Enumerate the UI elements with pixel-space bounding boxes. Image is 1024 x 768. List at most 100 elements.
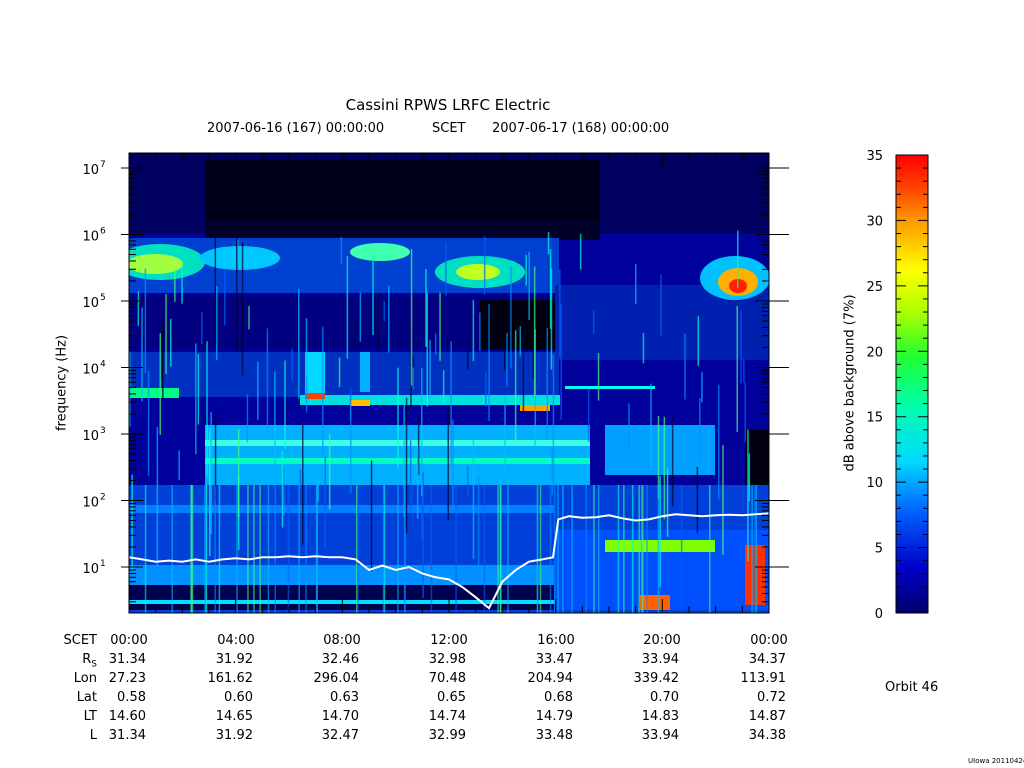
spectrogram-streak (550, 268, 553, 370)
spectrogram-streak (328, 434, 331, 510)
ephemeris-value: 00:00 (750, 633, 788, 648)
spectrogram-streak (147, 370, 150, 476)
spectrogram-streak (445, 243, 447, 297)
spectrogram-streak (397, 367, 399, 469)
spectrogram-streak (429, 340, 431, 406)
y-tick-label: 10 (82, 496, 99, 511)
spectrogram-streak (744, 382, 746, 443)
ephemeris-value: 70.48 (428, 671, 466, 686)
spectrogram-streak (718, 384, 720, 500)
spectrogram-streak (483, 485, 486, 613)
spectrogram-streak (748, 453, 751, 501)
spectrogram-streak (144, 485, 147, 613)
ephemeris-value: 33.47 (535, 652, 573, 667)
band-10e3-right (605, 425, 715, 475)
spectrogram-streak (642, 485, 644, 613)
colorbar-tick-label: 0 (875, 607, 883, 622)
spectrogram-streak (587, 389, 590, 442)
band-10e4 (129, 352, 559, 397)
ephemeris-row-label: Lat (76, 690, 97, 705)
spectrogram-streak (274, 371, 276, 465)
spectrogram-streak (144, 268, 147, 374)
spectrogram-streak (298, 485, 300, 613)
ephemeris-value: 33.94 (641, 728, 679, 743)
ephemeris-value: 32.47 (321, 728, 359, 743)
spectrogram-streak (412, 367, 415, 390)
ephemeris-row-label: L (89, 728, 97, 743)
spectrogram-streak (205, 485, 208, 613)
spectrogram-streak (201, 312, 203, 345)
ephemeris-row-label: LT (83, 709, 97, 724)
emission-line (565, 386, 655, 389)
ephemeris-value: 34.37 (748, 652, 786, 667)
spectrogram-streak (559, 269, 561, 357)
y-tick-exponent: 2 (100, 493, 106, 503)
ephemeris-value: 31.34 (108, 728, 146, 743)
spectrogram-plot: 10 710 610 510 410 310 210 1 35302520151050 (82, 149, 929, 622)
spectrogram-streak (642, 333, 645, 364)
spectrogram-streak (161, 318, 164, 380)
y-tick-label: 10 (82, 429, 99, 444)
ephemeris-value: 04:00 (217, 633, 255, 648)
band-black-low (205, 220, 600, 240)
spectrogram-streak (497, 485, 499, 613)
emission-strip (640, 595, 670, 610)
spectrogram-streak (747, 429, 749, 562)
spectrogram-streak (181, 266, 183, 304)
spectrogram-streak (137, 291, 140, 326)
spectrogram-streak (539, 485, 542, 613)
spectrogram-streak (210, 412, 212, 535)
spectrogram-streak (425, 269, 427, 347)
spectrogram-streak (209, 428, 211, 556)
spectrogram-streak (439, 292, 441, 361)
ephemeris-value: 32.46 (321, 652, 359, 667)
spectrogram-streak (383, 301, 385, 321)
spectrogram-streak (680, 485, 683, 613)
spectrogram-streak (751, 485, 753, 613)
spectrogram-streak (216, 286, 218, 360)
spectrogram-streak (141, 307, 143, 402)
spectrogram-streak (631, 485, 634, 613)
spectrogram-streak (485, 371, 487, 407)
spectrogram-streak (191, 485, 194, 613)
spectrogram-streak (722, 445, 724, 555)
spectrogram-streak (247, 485, 249, 613)
ephemeris-value: 0.58 (117, 690, 146, 705)
spectrogram-streak (455, 485, 457, 613)
spectrogram-streak (571, 485, 573, 613)
spectrogram-streak (416, 446, 419, 519)
spectrogram-streak (338, 357, 341, 387)
y-tick-exponent: 7 (100, 160, 106, 170)
spectrogram-streak (305, 376, 308, 413)
ephemeris-value: 34.38 (748, 728, 786, 743)
ephemeris-row-label: Lon (73, 671, 97, 686)
spectrogram-streak (346, 256, 349, 359)
spectrogram-streak (519, 326, 521, 357)
y-tick-exponent: 1 (100, 559, 106, 569)
spectrogram-streak (359, 292, 362, 342)
spectrogram-streak (593, 485, 595, 613)
y-tick-exponent: 3 (100, 426, 106, 436)
spectrogram-streak (236, 230, 238, 352)
spectrogram-streak (305, 485, 307, 613)
spectrogram-streak (552, 354, 555, 484)
spectrogram-streak (533, 266, 536, 396)
spectrogram-streak (503, 340, 506, 371)
spectrogram-streak (500, 485, 502, 613)
y-tick-exponent: 6 (100, 227, 106, 237)
y-tick-label: 10 (82, 230, 99, 245)
colorbar-tick-label: 35 (866, 149, 883, 164)
spectrogram-streak (638, 485, 640, 613)
y-tick-label: 10 (82, 296, 99, 311)
spectrogram-streak (754, 485, 756, 613)
spectrogram-streak (628, 403, 630, 448)
spectrogram-streak (405, 397, 408, 533)
colorbar-tick-label: 25 (866, 280, 883, 295)
spectrogram-streak (506, 332, 508, 387)
ephemeris-value: 08:00 (323, 633, 361, 648)
ephemeris-value: 161.62 (207, 671, 254, 686)
orbit-label: Orbit 46 (885, 680, 939, 695)
spectrogram-streak (253, 485, 255, 613)
spectrogram-streak (699, 398, 701, 461)
spectrogram-streak (650, 383, 652, 469)
